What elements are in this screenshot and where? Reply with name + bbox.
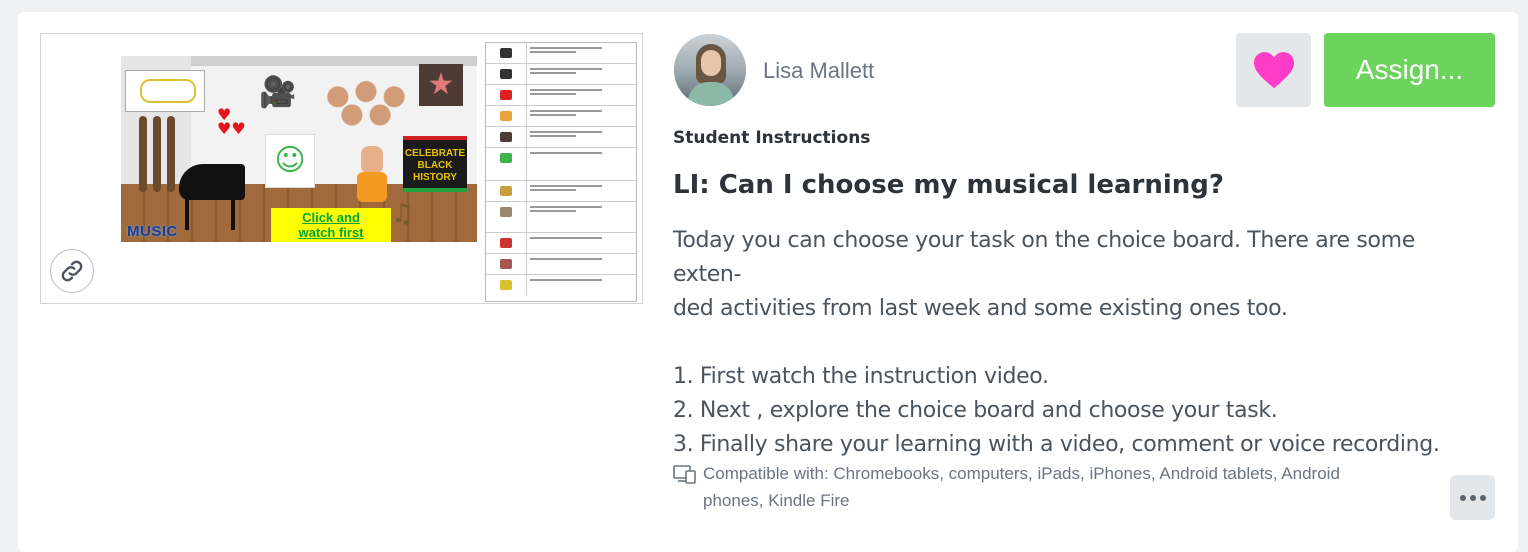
link-icon	[61, 260, 83, 282]
like-button[interactable]	[1236, 33, 1311, 107]
description-line: ded activities from last week and some e…	[673, 296, 1288, 321]
activity-thumbnail[interactable]: 🎥 ♥ ♥♥ ☺ ★ CELEBRATE BLACK HISTORY ♫ Clic…	[40, 33, 643, 304]
music-label: MUSIC	[127, 223, 178, 240]
choice-list-image	[485, 42, 637, 302]
compatibility-line: phones, Kindle Fire	[703, 491, 850, 510]
trumpet-icon	[125, 70, 205, 112]
ellipsis-icon	[1459, 494, 1466, 501]
link-button[interactable]	[50, 249, 94, 293]
choice-board-room-image: 🎥 ♥ ♥♥ ☺ ★ CELEBRATE BLACK HISTORY ♫ Clic…	[121, 56, 477, 242]
guitars-icon	[135, 116, 179, 196]
star-icon: ★	[419, 64, 463, 106]
singer-image	[347, 146, 397, 206]
piano-image	[179, 164, 245, 200]
step-item: 1. First watch the instruction video.	[673, 364, 1049, 389]
black-history-poster: CELEBRATE BLACK HISTORY	[403, 136, 467, 192]
activity-card: 🎥 ♥ ♥♥ ☺ ★ CELEBRATE BLACK HISTORY ♫ Clic…	[18, 12, 1518, 552]
choir-image	[319, 76, 413, 128]
compatibility-line: Compatible with: Chromebooks, computers,…	[703, 464, 1340, 483]
step-item: 3. Finally share your learning with a vi…	[673, 432, 1440, 457]
activity-title: LI: Can I choose my musical learning?	[673, 170, 1224, 200]
smiley-icon: ☺	[265, 134, 315, 188]
heart-icon	[1253, 52, 1294, 89]
hearts-icon: ♥ ♥♥	[217, 105, 246, 138]
compatibility-info: Compatible with: Chromebooks, computers,…	[673, 460, 1453, 514]
assign-button[interactable]: Assign...	[1324, 33, 1495, 107]
bassoon-icon: ♫	[391, 199, 415, 229]
description-line: Today you can choose your task on the ch…	[673, 228, 1415, 287]
movie-camera-icon: 🎥	[259, 75, 297, 110]
activity-description: Today you can choose your task on the ch…	[673, 224, 1483, 462]
author-avatar	[674, 34, 746, 106]
author-name: Lisa Mallett	[763, 58, 875, 83]
devices-icon	[673, 465, 696, 484]
step-item: 2. Next , explore the choice board and c…	[673, 398, 1278, 423]
student-instructions-label: Student Instructions	[673, 128, 871, 148]
click-and-watch-link: Click and watch first	[271, 208, 391, 242]
more-options-button[interactable]	[1450, 475, 1495, 520]
